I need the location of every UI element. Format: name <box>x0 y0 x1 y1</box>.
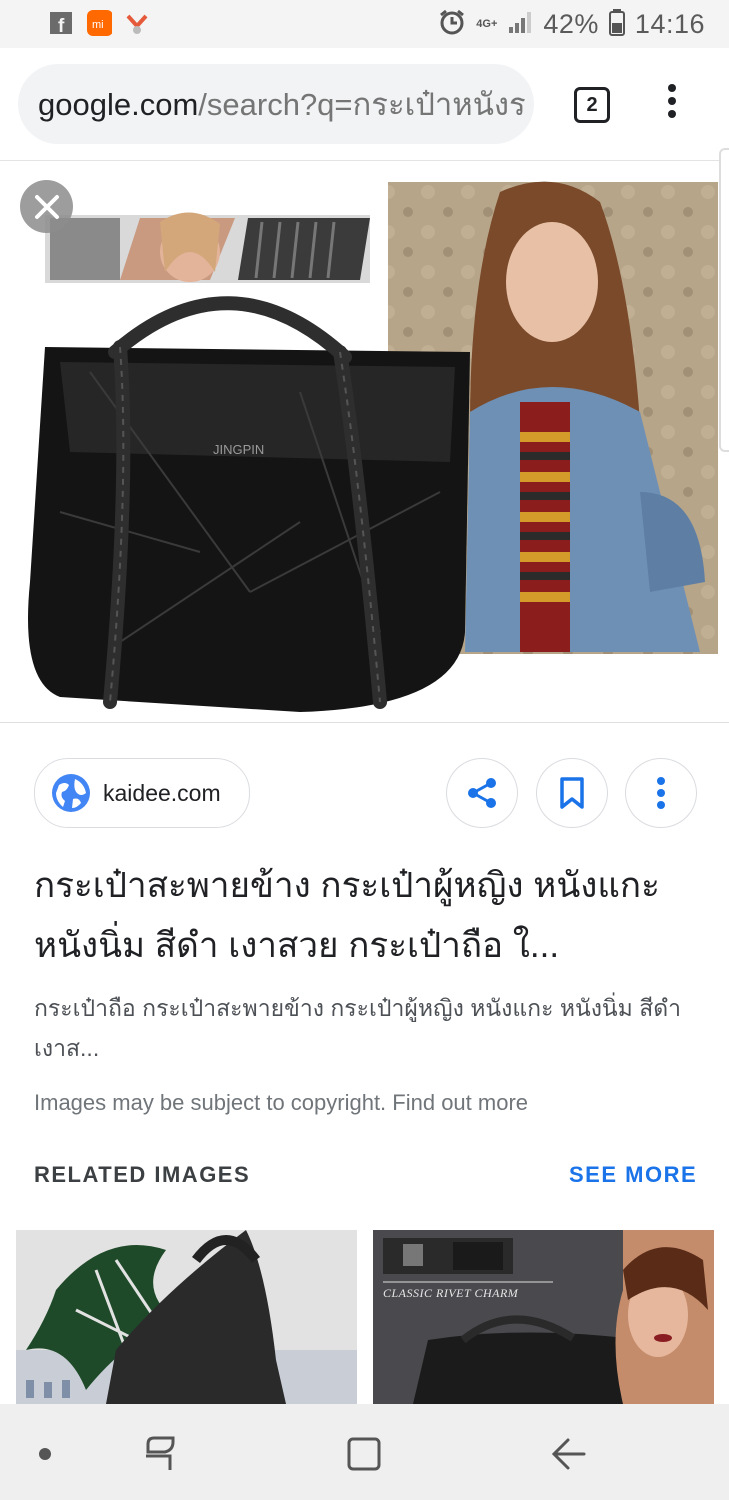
network-type: 4G+ <box>476 18 498 30</box>
source-site-label: kaidee.com <box>103 779 221 806</box>
system-nav-bar <box>0 1404 729 1500</box>
url-path: /search?q=กระเป๋าหนังร <box>198 87 526 122</box>
more-vert-icon[interactable] <box>664 84 680 124</box>
share-button[interactable] <box>446 758 518 828</box>
related-image-1[interactable] <box>16 1230 357 1404</box>
bag-brand-label: JINGPIN <box>213 442 264 457</box>
more-vert-icon <box>657 777 665 809</box>
related-image-2-caption: CLASSIC RIVET CHARM <box>383 1286 519 1300</box>
tab-switcher-button[interactable]: 2 <box>574 87 610 123</box>
product-image: JINGPIN <box>28 181 718 712</box>
recents-icon[interactable] <box>135 1432 185 1476</box>
mi-app-icon: mi <box>86 10 112 36</box>
alarm-icon <box>438 8 466 41</box>
save-button[interactable] <box>536 758 608 828</box>
image-preview[interactable]: JINGPIN <box>0 162 729 723</box>
close-icon[interactable] <box>20 180 73 233</box>
battery-icon <box>608 8 625 41</box>
related-images-heading: RELATED IMAGES <box>34 1162 251 1187</box>
bookmark-icon <box>560 777 584 809</box>
related-image-2[interactable]: CLASSIC RIVET CHARM <box>373 1230 714 1404</box>
status-bar: f mi 4G+ 42% 14:16 <box>0 0 729 48</box>
url-bar[interactable]: google.com/search?q=กระเป๋าหนังร <box>18 64 534 144</box>
battery-percent: 42% <box>543 9 599 39</box>
browser-toolbar: google.com/search?q=กระเป๋าหนังร 2 <box>0 48 729 161</box>
notification-app-icon <box>124 10 150 36</box>
result-description: กระเป๋าถือ กระเป๋าสะพายข้าง กระเป๋าผู้หญ… <box>34 995 682 1061</box>
see-more-link[interactable]: SEE MORE <box>569 1162 697 1188</box>
url-host: google.com <box>38 87 199 122</box>
more-options-button[interactable] <box>625 758 697 828</box>
url-text[interactable]: google.com/search?q=กระเป๋าหนังร <box>18 79 526 129</box>
dot-icon[interactable] <box>20 1432 70 1476</box>
source-site-chip[interactable]: kaidee.com <box>34 758 250 828</box>
facebook-icon: f <box>48 10 74 36</box>
result-title[interactable]: กระเป๋าสะพายข้าง กระเป๋าผู้หญิง หนังแกะ … <box>34 856 704 976</box>
copyright-notice[interactable]: Images may be subject to copyright. Find… <box>34 1090 528 1116</box>
signal-icon <box>507 9 533 40</box>
clock: 14:16 <box>634 9 705 39</box>
back-icon[interactable] <box>543 1432 593 1476</box>
side-scroll-handle[interactable] <box>719 148 729 452</box>
home-icon[interactable] <box>339 1432 389 1476</box>
share-icon <box>468 778 496 808</box>
globe-icon <box>52 774 90 812</box>
svg-text:mi: mi <box>92 19 104 31</box>
svg-text:f: f <box>58 16 65 35</box>
